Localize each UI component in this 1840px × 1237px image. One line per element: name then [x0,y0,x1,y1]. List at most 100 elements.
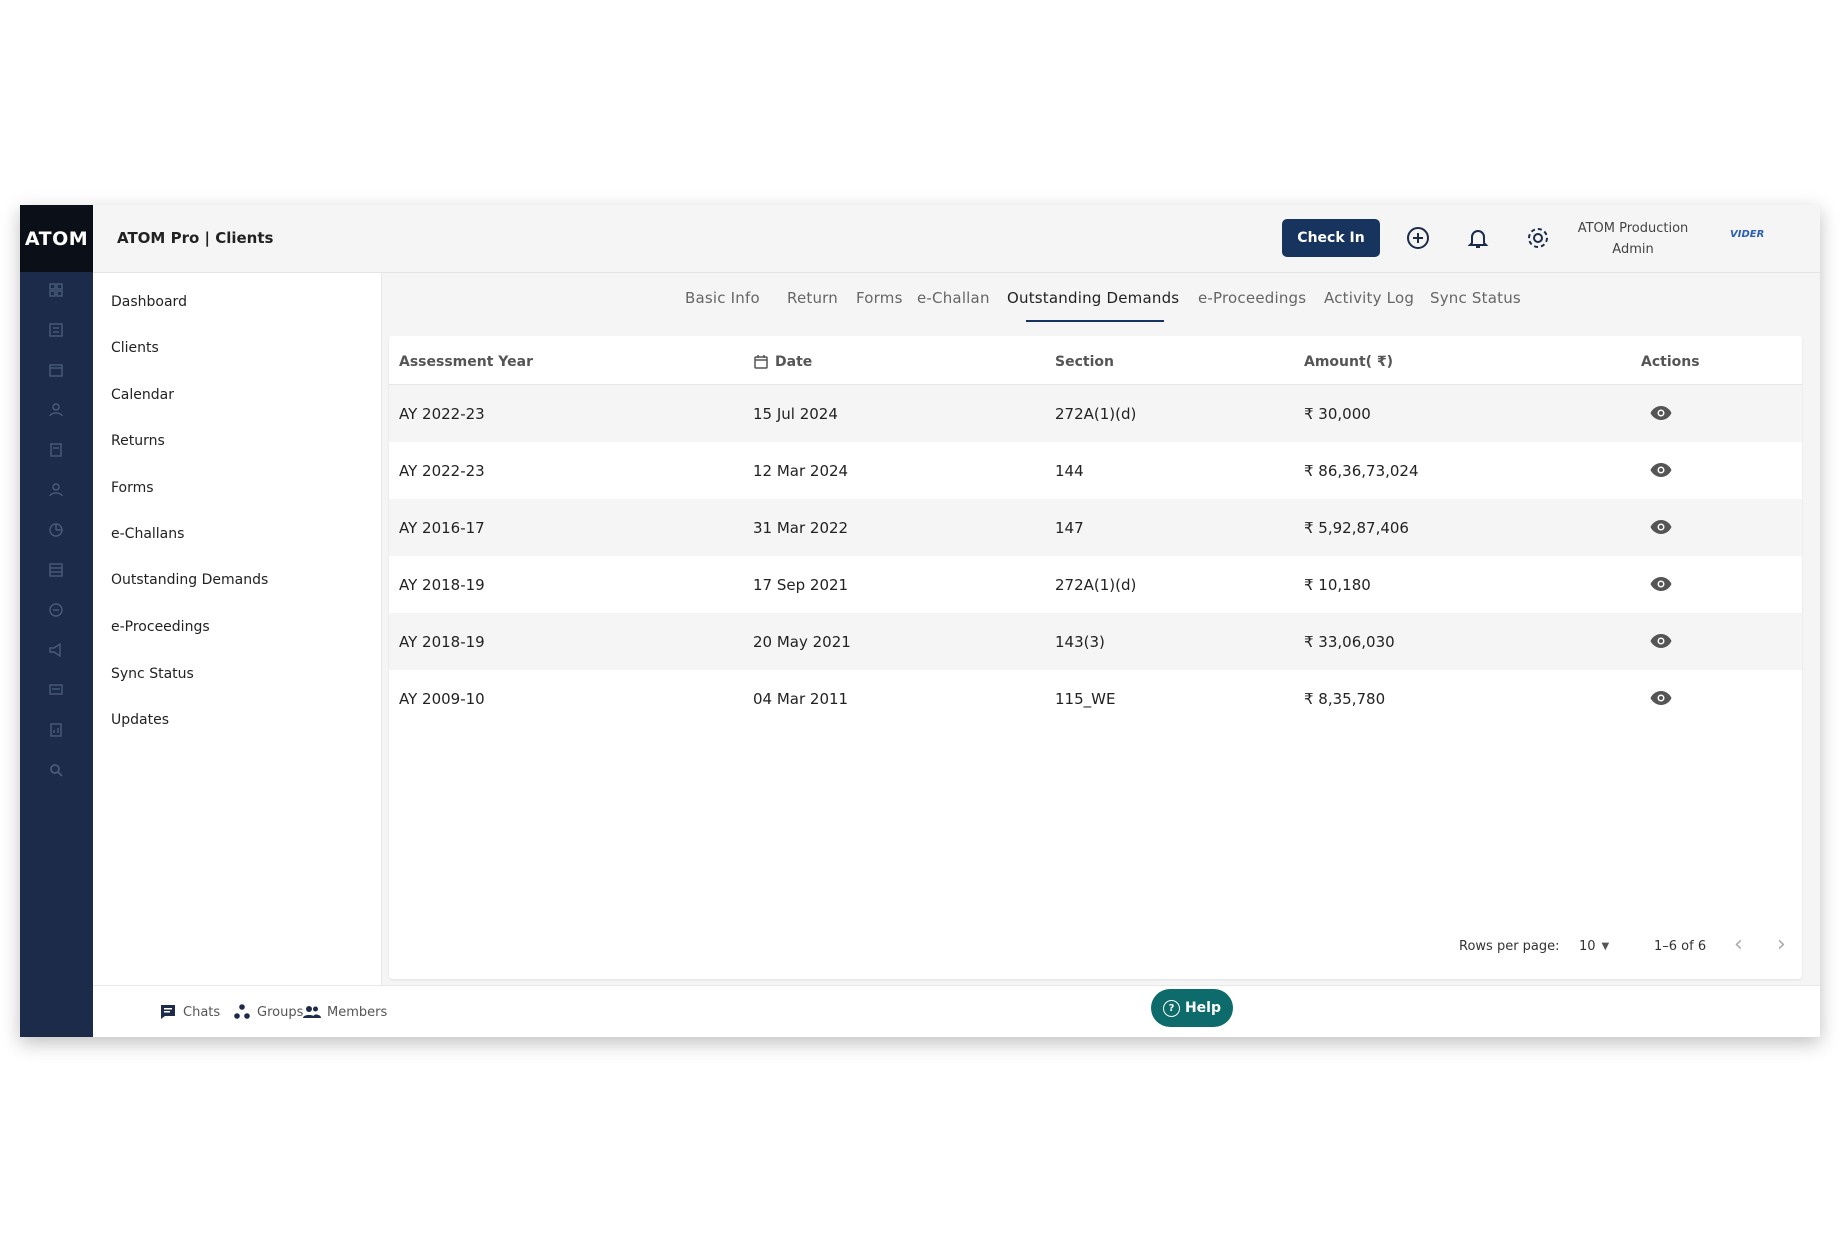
search-icon[interactable] [47,761,65,779]
table-row[interactable]: AY 2016-17 31 Mar 2022 147 ₹ 5,92,87,406 [389,499,1802,556]
cell-section: 115_WE [1055,690,1116,708]
tab-forms[interactable]: Forms [856,289,903,307]
tab-bar: Basic Info Return Forms e-Challan Outsta… [382,273,1820,329]
view-eye-icon[interactable] [1649,458,1673,482]
report-icon[interactable] [47,721,65,739]
header-date-label: Date [775,354,813,370]
cell-date: 31 Mar 2022 [753,519,849,537]
groups-label: Groups [257,1004,304,1020]
dashboard-icon[interactable] [47,281,65,299]
table-row[interactable]: AY 2009-10 04 Mar 2011 115_WE ₹ 8,35,780 [389,670,1802,727]
rows-per-page-value: 10 [1579,939,1596,954]
table-row[interactable]: AY 2022-23 12 Mar 2024 144 ₹ 86,36,73,02… [389,442,1802,499]
tab-return[interactable]: Return [787,289,838,307]
cell-amount: ₹ 5,92,87,406 [1304,519,1409,537]
cell-section: 144 [1055,462,1084,480]
sidebar-item-calendar[interactable]: Calendar [111,387,174,403]
brand-logo: VIDER [1730,229,1765,240]
check-in-button[interactable]: Check In [1282,219,1380,257]
user-info[interactable]: ATOM Production Admin [1573,218,1693,260]
table-row[interactable]: AY 2018-19 20 May 2021 143(3) ₹ 33,06,03… [389,613,1802,670]
members-label: Members [327,1004,388,1020]
cell-date: 04 Mar 2011 [753,690,849,708]
cell-amount: ₹ 8,35,780 [1304,690,1386,708]
top-header: ATOM Pro | Clients Check In ATOM Product… [93,205,1820,273]
calendar-icon[interactable] [47,361,65,379]
bell-icon[interactable] [1465,225,1491,251]
forms-icon[interactable] [47,441,65,459]
tab-activity-log[interactable]: Activity Log [1324,289,1414,307]
clients-icon[interactable] [47,321,65,339]
sync-icon[interactable] [47,601,65,619]
cell-amount: ₹ 86,36,73,024 [1304,462,1419,480]
cell-year: AY 2022-23 [399,462,485,480]
updates-icon[interactable] [47,641,65,659]
rows-per-page-label: Rows per page: [1459,939,1560,954]
chevron-down-icon: ▼ [1601,941,1610,952]
chat-bubble-icon [161,1005,175,1019]
view-eye-icon[interactable] [1649,572,1673,596]
table-row[interactable]: AY 2018-19 17 Sep 2021 272A(1)(d) ₹ 10,1… [389,556,1802,613]
tab-echallan[interactable]: e-Challan [917,289,990,307]
header-amount[interactable]: Amount( ₹) [1304,354,1393,370]
chevron-right-icon[interactable]: › [1777,932,1786,957]
page-title: ATOM Pro | Clients [117,229,274,247]
groups-button[interactable]: Groups [233,1003,303,1021]
returns-icon[interactable] [47,401,65,419]
view-eye-icon[interactable] [1649,401,1673,425]
demands-icon[interactable] [47,521,65,539]
proceedings-icon[interactable] [47,561,65,579]
cell-date: 20 May 2021 [753,633,851,651]
sidebar-item-dashboard[interactable]: Dashboard [111,294,187,310]
main-content: Basic Info Return Forms e-Challan Outsta… [382,273,1820,985]
tab-sync-status[interactable]: Sync Status [1430,289,1521,307]
gear-icon[interactable] [1525,225,1551,251]
tab-basic-info[interactable]: Basic Info [685,289,760,307]
sidebar-item-clients[interactable]: Clients [111,340,159,356]
sidebar: Dashboard Clients Calendar Returns Forms… [93,273,382,985]
tab-eproceedings[interactable]: e-Proceedings [1198,289,1306,307]
challan-icon[interactable] [47,481,65,499]
cell-year: AY 2018-19 [399,633,485,651]
view-eye-icon[interactable] [1649,686,1673,710]
members-icon [303,1006,321,1018]
bottom-bar: Chats Groups Members ? Help [93,985,1820,1037]
sidebar-item-forms[interactable]: Forms [111,480,154,496]
header-section[interactable]: Section [1055,354,1114,370]
chats-button[interactable]: Chats [159,1003,220,1021]
chat-icon[interactable] [47,681,65,699]
rows-per-page-select[interactable]: 10 ▼ [1579,939,1609,954]
sidebar-item-echallans[interactable]: e-Challans [111,526,184,542]
cell-section: 143(3) [1055,633,1105,651]
view-eye-icon[interactable] [1649,629,1673,653]
header-date[interactable]: Date [753,354,812,370]
cell-date: 17 Sep 2021 [753,576,849,594]
user-org: ATOM Production [1577,221,1689,236]
cell-section: 147 [1055,519,1084,537]
demands-table: Assessment Year Date Section Amount( ₹) … [389,336,1802,979]
header-assessment-year[interactable]: Assessment Year [399,354,533,370]
sidebar-item-updates[interactable]: Updates [111,712,169,728]
view-eye-icon[interactable] [1649,515,1673,539]
sidebar-item-eproceedings[interactable]: e-Proceedings [111,619,210,635]
cell-year: AY 2016-17 [399,519,485,537]
cell-year: AY 2022-23 [399,405,485,423]
header-actions: Actions [1641,354,1700,370]
active-tab-indicator [1026,320,1164,322]
chevron-left-icon[interactable]: ‹ [1734,932,1743,957]
tab-outstanding-demands[interactable]: Outstanding Demands [1007,289,1179,307]
cell-amount: ₹ 30,000 [1304,405,1371,423]
cell-amount: ₹ 33,06,030 [1304,633,1395,651]
sidebar-item-returns[interactable]: Returns [111,433,165,449]
icon-rail: ATOM [20,205,93,1037]
members-button[interactable]: Members [303,1003,387,1021]
cell-amount: ₹ 10,180 [1304,576,1371,594]
sidebar-item-sync-status[interactable]: Sync Status [111,666,194,682]
atom-logo[interactable]: ATOM [20,205,93,272]
add-circle-icon[interactable] [1405,225,1431,251]
help-button[interactable]: ? Help [1151,989,1233,1027]
table-row[interactable]: AY 2022-23 15 Jul 2024 272A(1)(d) ₹ 30,0… [389,385,1802,442]
cell-date: 15 Jul 2024 [753,405,838,423]
sidebar-item-outstanding-demands[interactable]: Outstanding Demands [111,572,268,588]
app-window: ATOM ATOM Pro | Clients Check In ATOM Pr… [20,205,1820,1037]
